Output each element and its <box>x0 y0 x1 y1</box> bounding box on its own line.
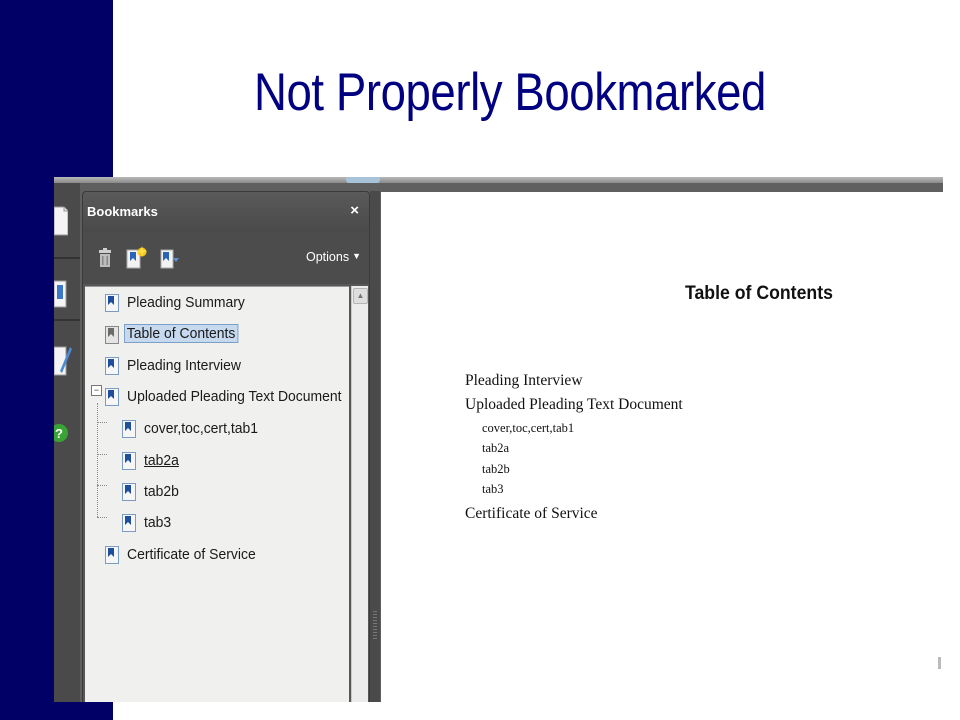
bookmark-label: Certificate of Service <box>127 546 256 563</box>
toc-entry: Certificate of Service <box>465 505 598 522</box>
page-edge-marker <box>938 657 941 669</box>
bookmark-label: Table of Contents <box>124 324 239 343</box>
bookmark-icon <box>105 546 119 564</box>
bookmark-label: cover,toc,cert,tab1 <box>144 420 258 437</box>
scroll-up-icon[interactable]: ▲ <box>353 288 368 304</box>
close-icon[interactable]: × <box>350 202 359 219</box>
tree-connector <box>97 454 107 455</box>
options-menu[interactable]: Options ▼ <box>306 250 361 264</box>
slide-title: Not Properly Bookmarked <box>254 63 766 122</box>
chevron-down-icon: ▼ <box>352 251 361 261</box>
bookmarks-panel-title: Bookmarks <box>87 204 158 219</box>
panel-splitter[interactable] <box>370 191 380 702</box>
document-page: Table of Contents Pleading Interview Upl… <box>381 192 943 702</box>
pages-icon <box>54 206 68 236</box>
bookmark-label: tab2b <box>144 483 179 500</box>
bookmark-label: tab2a <box>144 452 179 469</box>
splitter-grip[interactable] <box>373 611 377 641</box>
toc-entry: Pleading Interview <box>465 372 583 389</box>
bookmarks-tree: − Pleading Summary Table of Contents Ple… <box>85 286 349 702</box>
tool-separator <box>54 257 80 259</box>
bookmark-label: Pleading Interview <box>127 357 241 374</box>
navigation-toolstrip: ? <box>54 183 80 702</box>
collapse-toggle[interactable]: − <box>91 385 102 396</box>
bookmark-icon <box>105 357 119 375</box>
bookmark-icon <box>105 388 119 406</box>
top-tab[interactable] <box>346 177 380 183</box>
bookmark-label: Pleading Summary <box>127 294 245 311</box>
document-heading: Table of Contents <box>685 283 833 304</box>
bookmarks-panel: Bookmarks × Options ▼ − Pleading Summary… <box>82 191 370 702</box>
toc-entry: Uploaded Pleading Text Document <box>465 396 683 413</box>
toc-entry: tab2b <box>482 462 510 476</box>
help-icon: ? <box>54 424 68 442</box>
signatures-tool[interactable] <box>54 343 80 405</box>
tree-connector <box>97 485 107 486</box>
bookmarks-toolbar: Options ▼ <box>83 232 369 284</box>
bookmark-icon <box>122 514 136 532</box>
new-bookmark-icon[interactable] <box>125 246 147 270</box>
svg-text:?: ? <box>55 426 63 441</box>
pages-tool[interactable] <box>54 191 80 253</box>
pdf-viewer-window: ? Bookmarks × Options ▼ − Pleading Summa… <box>54 177 943 702</box>
help-tool[interactable]: ? <box>54 419 80 481</box>
options-label: Options <box>305 250 350 264</box>
tool-separator <box>54 319 80 321</box>
window-top-edge <box>54 177 943 183</box>
bookmark-icon <box>105 294 119 312</box>
tree-connector <box>97 422 107 423</box>
toc-entry: tab3 <box>482 482 504 496</box>
bookmark-icon <box>105 326 119 344</box>
delete-bookmark-icon[interactable] <box>95 246 117 270</box>
tree-connector <box>97 517 107 518</box>
bookmark-label: tab3 <box>144 514 172 531</box>
bookmarks-scrollbar[interactable]: ▲ <box>351 286 368 702</box>
signatures-icon <box>54 346 72 376</box>
toc-entry: tab2a <box>482 441 510 455</box>
bookmarks-panel-header: Bookmarks × <box>83 192 369 232</box>
bookmark-icon <box>122 483 136 501</box>
attachments-tool[interactable] <box>54 265 80 327</box>
bookmark-icon <box>122 420 136 438</box>
attachments-icon <box>54 280 67 308</box>
expand-bookmark-icon[interactable] <box>159 246 181 270</box>
bookmark-icon <box>122 452 136 470</box>
tree-connector <box>97 403 98 517</box>
toc-entry: cover,toc,cert,tab1 <box>482 421 575 435</box>
bookmark-label: Uploaded Pleading Text Document <box>127 388 342 405</box>
